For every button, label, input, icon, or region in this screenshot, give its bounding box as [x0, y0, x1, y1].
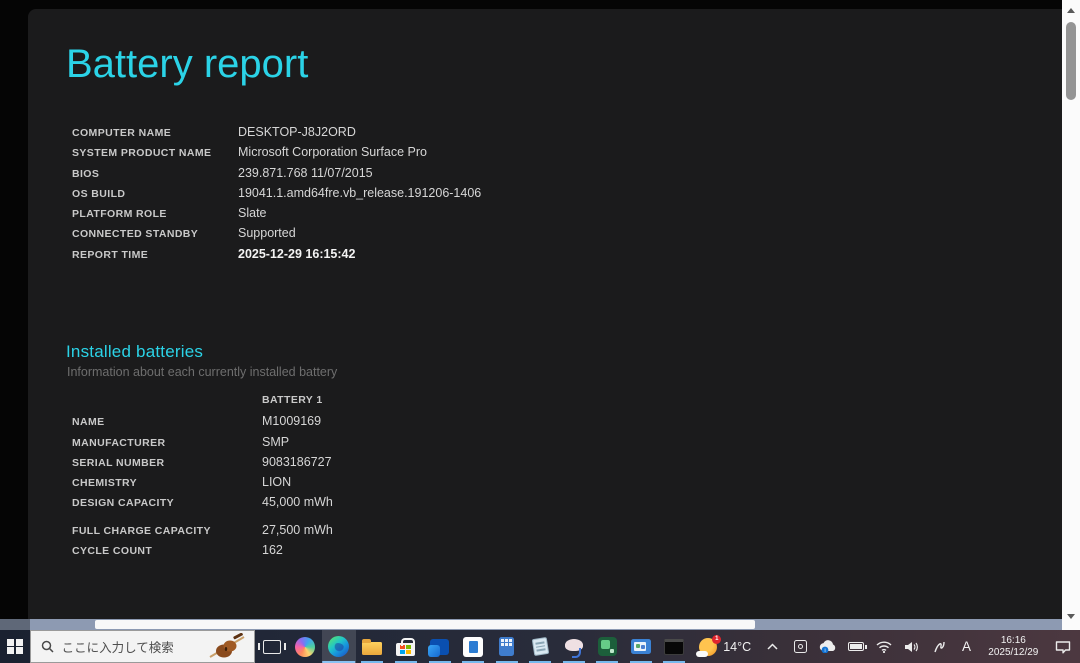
table-row: NAME M1009169 [72, 414, 322, 429]
volume-icon [904, 641, 918, 652]
file-explorer-button[interactable] [356, 630, 390, 663]
table-row: COMPUTER NAME DESKTOP-J8J2ORD [72, 125, 356, 139]
table-row: CHEMISTRY LION [72, 475, 292, 490]
meet-now-button[interactable] [787, 630, 815, 663]
green-app-button[interactable] [591, 630, 625, 663]
pen-ink-button[interactable] [925, 630, 953, 663]
document-app-button[interactable] [456, 630, 490, 663]
file-explorer-icon [362, 639, 383, 655]
page-title: Battery report [66, 42, 309, 86]
scroll-up-arrow[interactable] [1062, 2, 1080, 18]
command-prompt-button[interactable] [658, 630, 692, 663]
vertical-scrollbar-thumb[interactable] [1066, 22, 1076, 100]
microsoft-store-button[interactable] [389, 630, 423, 663]
clock-time: 16:16 [1000, 634, 1026, 646]
wifi-button[interactable] [870, 630, 898, 663]
weather-widget[interactable]: 1 14°C [691, 630, 759, 663]
hidden-icons-button[interactable] [759, 630, 787, 663]
installed-batteries-table: BATTERY 1 NAME M1009169 MANUFACTURER SMP… [72, 394, 333, 563]
table-row: BIOS 239.871.768 11/07/2015 [72, 165, 373, 180]
scroll-left-button[interactable] [0, 619, 30, 630]
notepad-button[interactable] [523, 630, 557, 663]
table-row: CYCLE COUNT 162 [72, 543, 283, 558]
pen-ink-icon [934, 641, 945, 652]
table-row: PLATFORM ROLE Slate [72, 206, 267, 221]
copilot-icon [295, 636, 316, 657]
table-row: MANUFACTURER SMP [72, 434, 290, 449]
section-subtitle: Information about each currently install… [67, 365, 338, 379]
table-row: FULL CHARGE CAPACITY 27,500 mWh [72, 522, 333, 537]
search-icon [41, 640, 54, 653]
action-center-icon [1055, 640, 1071, 653]
table-row: SYSTEM PRODUCT NAME Microsoft Corporatio… [72, 145, 427, 160]
horizontal-scrollbar[interactable] [0, 619, 1062, 630]
document-app-icon [463, 636, 484, 657]
search-placeholder: ここに入力して検索 [61, 641, 174, 655]
table-row-report-time: REPORT TIME 2025-12-29 16:15:42 [72, 246, 356, 261]
calculator-button[interactable] [490, 630, 524, 663]
ime-mode-button[interactable]: A [953, 630, 981, 663]
table-column-header: BATTERY 1 [262, 394, 323, 406]
battery-status-button[interactable] [842, 630, 870, 663]
windows-logo-icon [7, 638, 23, 655]
edge-icon [328, 636, 350, 657]
onedrive-button[interactable]: i [814, 630, 842, 663]
svg-text:i: i [825, 648, 826, 653]
meet-now-icon [794, 640, 808, 653]
copilot-button[interactable] [288, 630, 322, 663]
weather-temperature: 14°C [723, 639, 752, 654]
calculator-icon [499, 637, 515, 656]
cloud-app-icon [564, 639, 583, 658]
notification-badge: 1 [712, 634, 722, 644]
outlook-icon [428, 638, 450, 657]
command-prompt-icon [664, 638, 685, 655]
media-app-icon [630, 639, 651, 654]
clock-date: 2025/12/29 [988, 646, 1039, 658]
table-row: DESIGN CAPACITY 45,000 mWh [72, 495, 333, 510]
cloud-app-button[interactable] [557, 630, 591, 663]
task-view-button[interactable] [255, 630, 289, 663]
search-input[interactable]: ここに入力して検索 [29, 630, 255, 663]
edge-button[interactable] [322, 630, 356, 663]
table-row: CONNECTED STANDBY Supported [72, 226, 296, 241]
table-row: SERIAL NUMBER 9083186727 [72, 454, 332, 469]
notepad-icon [531, 636, 549, 657]
green-app-icon [597, 637, 617, 656]
chevron-up-icon [767, 643, 779, 650]
section-heading-installed-batteries: Installed batteries [66, 342, 204, 361]
horizontal-scrollbar-thumb[interactable] [95, 620, 755, 629]
weather-sun-icon: 1 [696, 634, 722, 657]
taskbar: ここに入力して検索 1 14°C i A 16:16 2025/12/29 [0, 630, 1080, 663]
battery-report-page: Battery report COMPUTER NAME DESKTOP-J8J… [28, 9, 1062, 619]
outlook-button[interactable] [423, 630, 457, 663]
scroll-down-arrow[interactable] [1062, 608, 1080, 624]
table-row: OS BUILD 19041.1.amd64fre.vb_release.191… [72, 185, 482, 200]
ime-mode-indicator: A [961, 639, 971, 654]
microsoft-store-icon [396, 637, 416, 656]
vertical-scrollbar[interactable] [1062, 0, 1080, 630]
task-view-icon [257, 639, 286, 654]
onedrive-cloud-icon: i [820, 640, 836, 653]
action-center-button[interactable] [1046, 630, 1080, 663]
violin-search-highlight-icon [209, 632, 245, 658]
wifi-icon [876, 640, 892, 653]
start-button[interactable] [0, 630, 30, 663]
battery-icon [847, 642, 867, 651]
media-app-button[interactable] [624, 630, 658, 663]
system-info-table: COMPUTER NAME DESKTOP-J8J2ORD SYSTEM PRO… [72, 125, 481, 267]
taskbar-clock[interactable]: 16:16 2025/12/29 [980, 630, 1046, 663]
volume-button[interactable] [897, 630, 925, 663]
